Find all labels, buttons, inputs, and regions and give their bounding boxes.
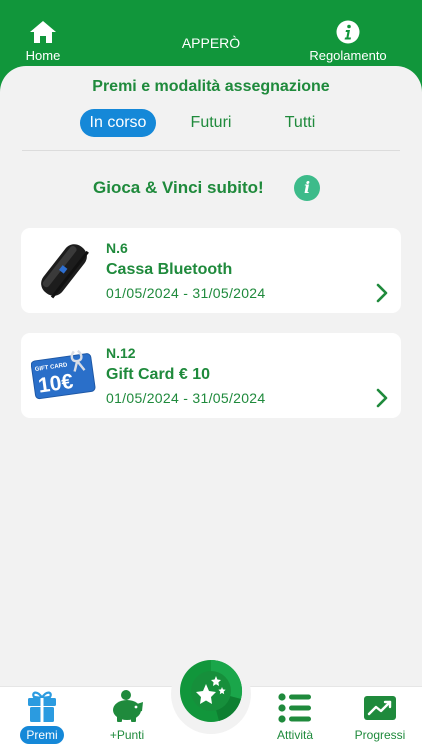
piggy-bank-icon	[113, 690, 143, 722]
chevron-right-icon	[376, 283, 388, 303]
tab-punti-label: +Punti	[109, 728, 145, 742]
page-title: Premi e modalità assegnazione	[92, 78, 330, 95]
tab-premi[interactable]: Premi	[18, 687, 66, 750]
tab-in-corso[interactable]: In corso	[80, 109, 156, 137]
prizes-sheet: Premi e modalità assegnazione In corso F…	[0, 66, 422, 686]
prize-name: Cassa Bluetooth	[106, 261, 233, 278]
prize-name: Gift Card € 10	[106, 366, 211, 383]
prize-dates: 01/05/2024 - 31/05/2024	[106, 390, 266, 406]
tab-progressi-label: Progressi	[354, 728, 406, 742]
filter-tabs: In corso Futuri Tutti	[80, 109, 340, 137]
svg-text:10€: 10€	[37, 370, 75, 398]
prize-card[interactable]: GIFT CARD 10€ N.12 Gift Card € 10 01/05/…	[21, 333, 401, 418]
home-label: Home	[25, 48, 61, 63]
chevron-right-icon	[376, 388, 388, 408]
home-icon	[30, 21, 56, 43]
tab-tutti[interactable]: Tutti	[270, 109, 330, 137]
bluetooth-speaker-icon	[41, 244, 89, 299]
tab-attivita[interactable]: Attività	[265, 687, 325, 750]
app-title: APPERÒ	[181, 35, 241, 51]
gift-card-icon: GIFT CARD 10€	[31, 349, 96, 400]
list-icon	[278, 693, 311, 723]
section-title: Gioca & Vinci subito!	[93, 178, 264, 197]
tab-progressi[interactable]: Progressi	[345, 687, 415, 750]
divider	[22, 150, 400, 151]
tab-premi-label: Premi	[20, 726, 64, 744]
home-button[interactable]: Home	[0, 20, 88, 63]
gift-icon	[28, 691, 56, 722]
tab-punti[interactable]: +Punti	[97, 687, 157, 750]
prize-number: N.12	[106, 345, 136, 361]
trending-up-icon	[364, 696, 396, 720]
play-button-wrapper	[171, 654, 251, 734]
prize-dates: 01/05/2024 - 31/05/2024	[106, 285, 266, 301]
tab-attivita-label: Attività	[276, 728, 313, 742]
info-icon[interactable]: i	[294, 175, 320, 201]
tab-futuri[interactable]: Futuri	[176, 109, 246, 137]
rules-button[interactable]: Regolamento	[303, 20, 393, 63]
rules-label: Regolamento	[309, 48, 387, 63]
play-button[interactable]	[179, 659, 243, 723]
info-icon	[336, 20, 360, 44]
prize-number: N.6	[106, 240, 128, 256]
section-header: Gioca & Vinci subito! i	[80, 175, 340, 201]
prize-card[interactable]: N.6 Cassa Bluetooth 01/05/2024 - 31/05/2…	[21, 228, 401, 313]
